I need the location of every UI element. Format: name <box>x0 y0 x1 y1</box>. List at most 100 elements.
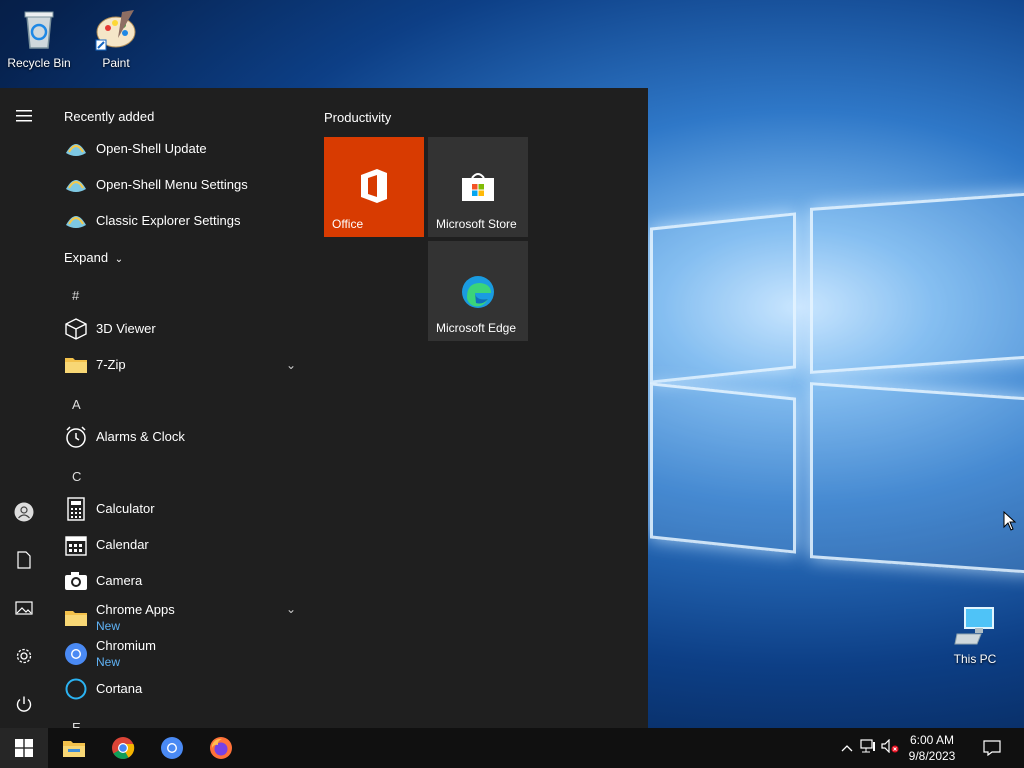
shell-icon <box>64 137 88 161</box>
pictures-icon <box>15 601 33 615</box>
start-button[interactable] <box>0 728 48 768</box>
section-header-c[interactable]: C <box>72 469 81 484</box>
camera-icon <box>64 569 88 593</box>
taskbar-chromium[interactable] <box>148 728 196 768</box>
gear-icon <box>16 648 32 664</box>
shell-icon <box>64 173 88 197</box>
app-label: Cortana <box>96 681 143 696</box>
app-list: Recently added Open-Shell Update Open-Sh… <box>48 88 308 728</box>
paint-icon <box>94 8 138 52</box>
clock-icon <box>64 425 88 449</box>
chrome-icon <box>112 737 135 759</box>
section-header-a[interactable]: A <box>72 397 81 412</box>
app-item-open-shell-update[interactable]: Open-Shell Update <box>64 132 300 166</box>
file-explorer-icon <box>63 741 85 757</box>
recently-added-heading: Recently added <box>64 109 155 124</box>
network-icon[interactable] <box>856 738 880 758</box>
taskbar: 6:00 AM 9/8/2023 <box>0 728 1024 768</box>
app-item-7-zip[interactable]: 7-Zip ⌄ <box>64 348 300 382</box>
app-label: Calculator <box>96 501 155 516</box>
app-label: Chrome Apps <box>96 602 175 617</box>
chromium-icon <box>161 737 183 759</box>
app-item-calendar[interactable]: Calendar <box>64 528 300 562</box>
tile-label: Microsoft Edge <box>436 321 517 335</box>
app-item-classic-explorer-settings[interactable]: Classic Explorer Settings <box>64 204 300 238</box>
notification-icon <box>983 740 1001 756</box>
desktop-icon-label: Recycle Bin <box>7 56 71 70</box>
system-tray <box>838 728 900 768</box>
app-item-calculator[interactable]: Calculator <box>64 492 300 526</box>
app-item-chromium[interactable]: Chromium New <box>64 636 300 672</box>
section-header-e[interactable]: E <box>72 720 81 728</box>
edge-icon <box>461 275 495 314</box>
start-menu: Recently added Open-Shell Update Open-Sh… <box>0 88 648 728</box>
app-label: Chromium <box>96 638 156 653</box>
new-badge: New <box>96 619 121 633</box>
tile-label: Microsoft Store <box>436 217 517 231</box>
chevron-down-icon[interactable]: ⌄ <box>286 602 296 616</box>
office-icon <box>359 169 389 208</box>
chevron-down-icon[interactable]: ⌄ <box>286 358 296 372</box>
tile-microsoft-edge[interactable]: Microsoft Edge <box>428 241 528 341</box>
desktop-icon-paint[interactable]: Paint <box>81 8 151 70</box>
calculator-icon <box>64 497 88 521</box>
documents-button[interactable] <box>0 540 48 580</box>
recycle-bin-icon <box>17 8 61 52</box>
account-button[interactable] <box>0 492 48 532</box>
desktop-icon-this-pc[interactable]: This PC <box>940 604 1010 666</box>
desktop-icon-label: Paint <box>102 56 130 70</box>
settings-button[interactable] <box>0 636 48 676</box>
pictures-button[interactable] <box>0 588 48 628</box>
app-label: Classic Explorer Settings <box>96 213 241 228</box>
folder-icon <box>64 606 88 630</box>
power-button[interactable] <box>0 684 48 724</box>
calendar-icon <box>64 533 88 557</box>
hamburger-menu-button[interactable] <box>0 96 48 136</box>
cube-icon <box>64 317 88 341</box>
app-item-camera[interactable]: Camera <box>64 564 300 598</box>
section-header-hash[interactable]: # <box>72 288 79 303</box>
new-badge: New <box>96 655 121 669</box>
folder-icon <box>64 353 88 377</box>
action-center-button[interactable] <box>968 728 1016 768</box>
windows-logo-icon <box>15 739 33 757</box>
app-item-3d-viewer[interactable]: 3D Viewer <box>64 312 300 346</box>
clock-date: 9/8/2023 <box>908 749 956 763</box>
desktop-icon-label: This PC <box>953 652 997 666</box>
app-label: 7-Zip <box>96 357 126 372</box>
hamburger-icon <box>16 110 32 122</box>
chevron-up-icon[interactable] <box>838 739 856 757</box>
taskbar-file-explorer[interactable] <box>50 728 98 768</box>
shell-icon <box>64 209 88 233</box>
wallpaper-window-light <box>640 180 1024 600</box>
power-icon <box>16 696 32 712</box>
desktop-icon-recycle-bin[interactable]: Recycle Bin <box>4 8 74 70</box>
start-rail <box>0 88 48 728</box>
app-item-cortana[interactable]: Cortana <box>64 672 300 706</box>
expand-button[interactable]: Expand ⌄ <box>64 250 123 265</box>
app-label: Camera <box>96 573 143 588</box>
expand-label: Expand <box>64 250 109 265</box>
app-label: Alarms & Clock <box>96 429 185 444</box>
app-item-chrome-apps[interactable]: Chrome Apps New ⌄ <box>64 600 300 636</box>
firefox-icon <box>210 737 232 759</box>
mouse-cursor-icon <box>1003 510 1017 536</box>
tile-microsoft-store[interactable]: Microsoft Store <box>428 137 528 237</box>
tile-office[interactable]: Office <box>324 137 424 237</box>
computer-icon <box>953 604 997 648</box>
store-icon <box>461 170 495 207</box>
app-label: Calendar <box>96 537 149 552</box>
app-label: Open-Shell Update <box>96 141 207 156</box>
user-avatar-icon <box>14 502 34 522</box>
chromium-icon <box>64 642 88 666</box>
app-item-open-shell-menu-settings[interactable]: Open-Shell Menu Settings <box>64 168 300 202</box>
tile-group-title: Productivity <box>324 110 392 125</box>
app-label: Open-Shell Menu Settings <box>96 177 248 192</box>
app-item-alarms-clock[interactable]: Alarms & Clock <box>64 420 300 454</box>
clock-time: 6:00 AM <box>909 733 955 747</box>
cortana-icon <box>64 677 88 701</box>
volume-muted-icon[interactable] <box>880 738 900 758</box>
taskbar-clock[interactable]: 6:00 AM 9/8/2023 <box>902 732 962 764</box>
taskbar-chrome[interactable] <box>99 728 147 768</box>
taskbar-firefox[interactable] <box>197 728 245 768</box>
